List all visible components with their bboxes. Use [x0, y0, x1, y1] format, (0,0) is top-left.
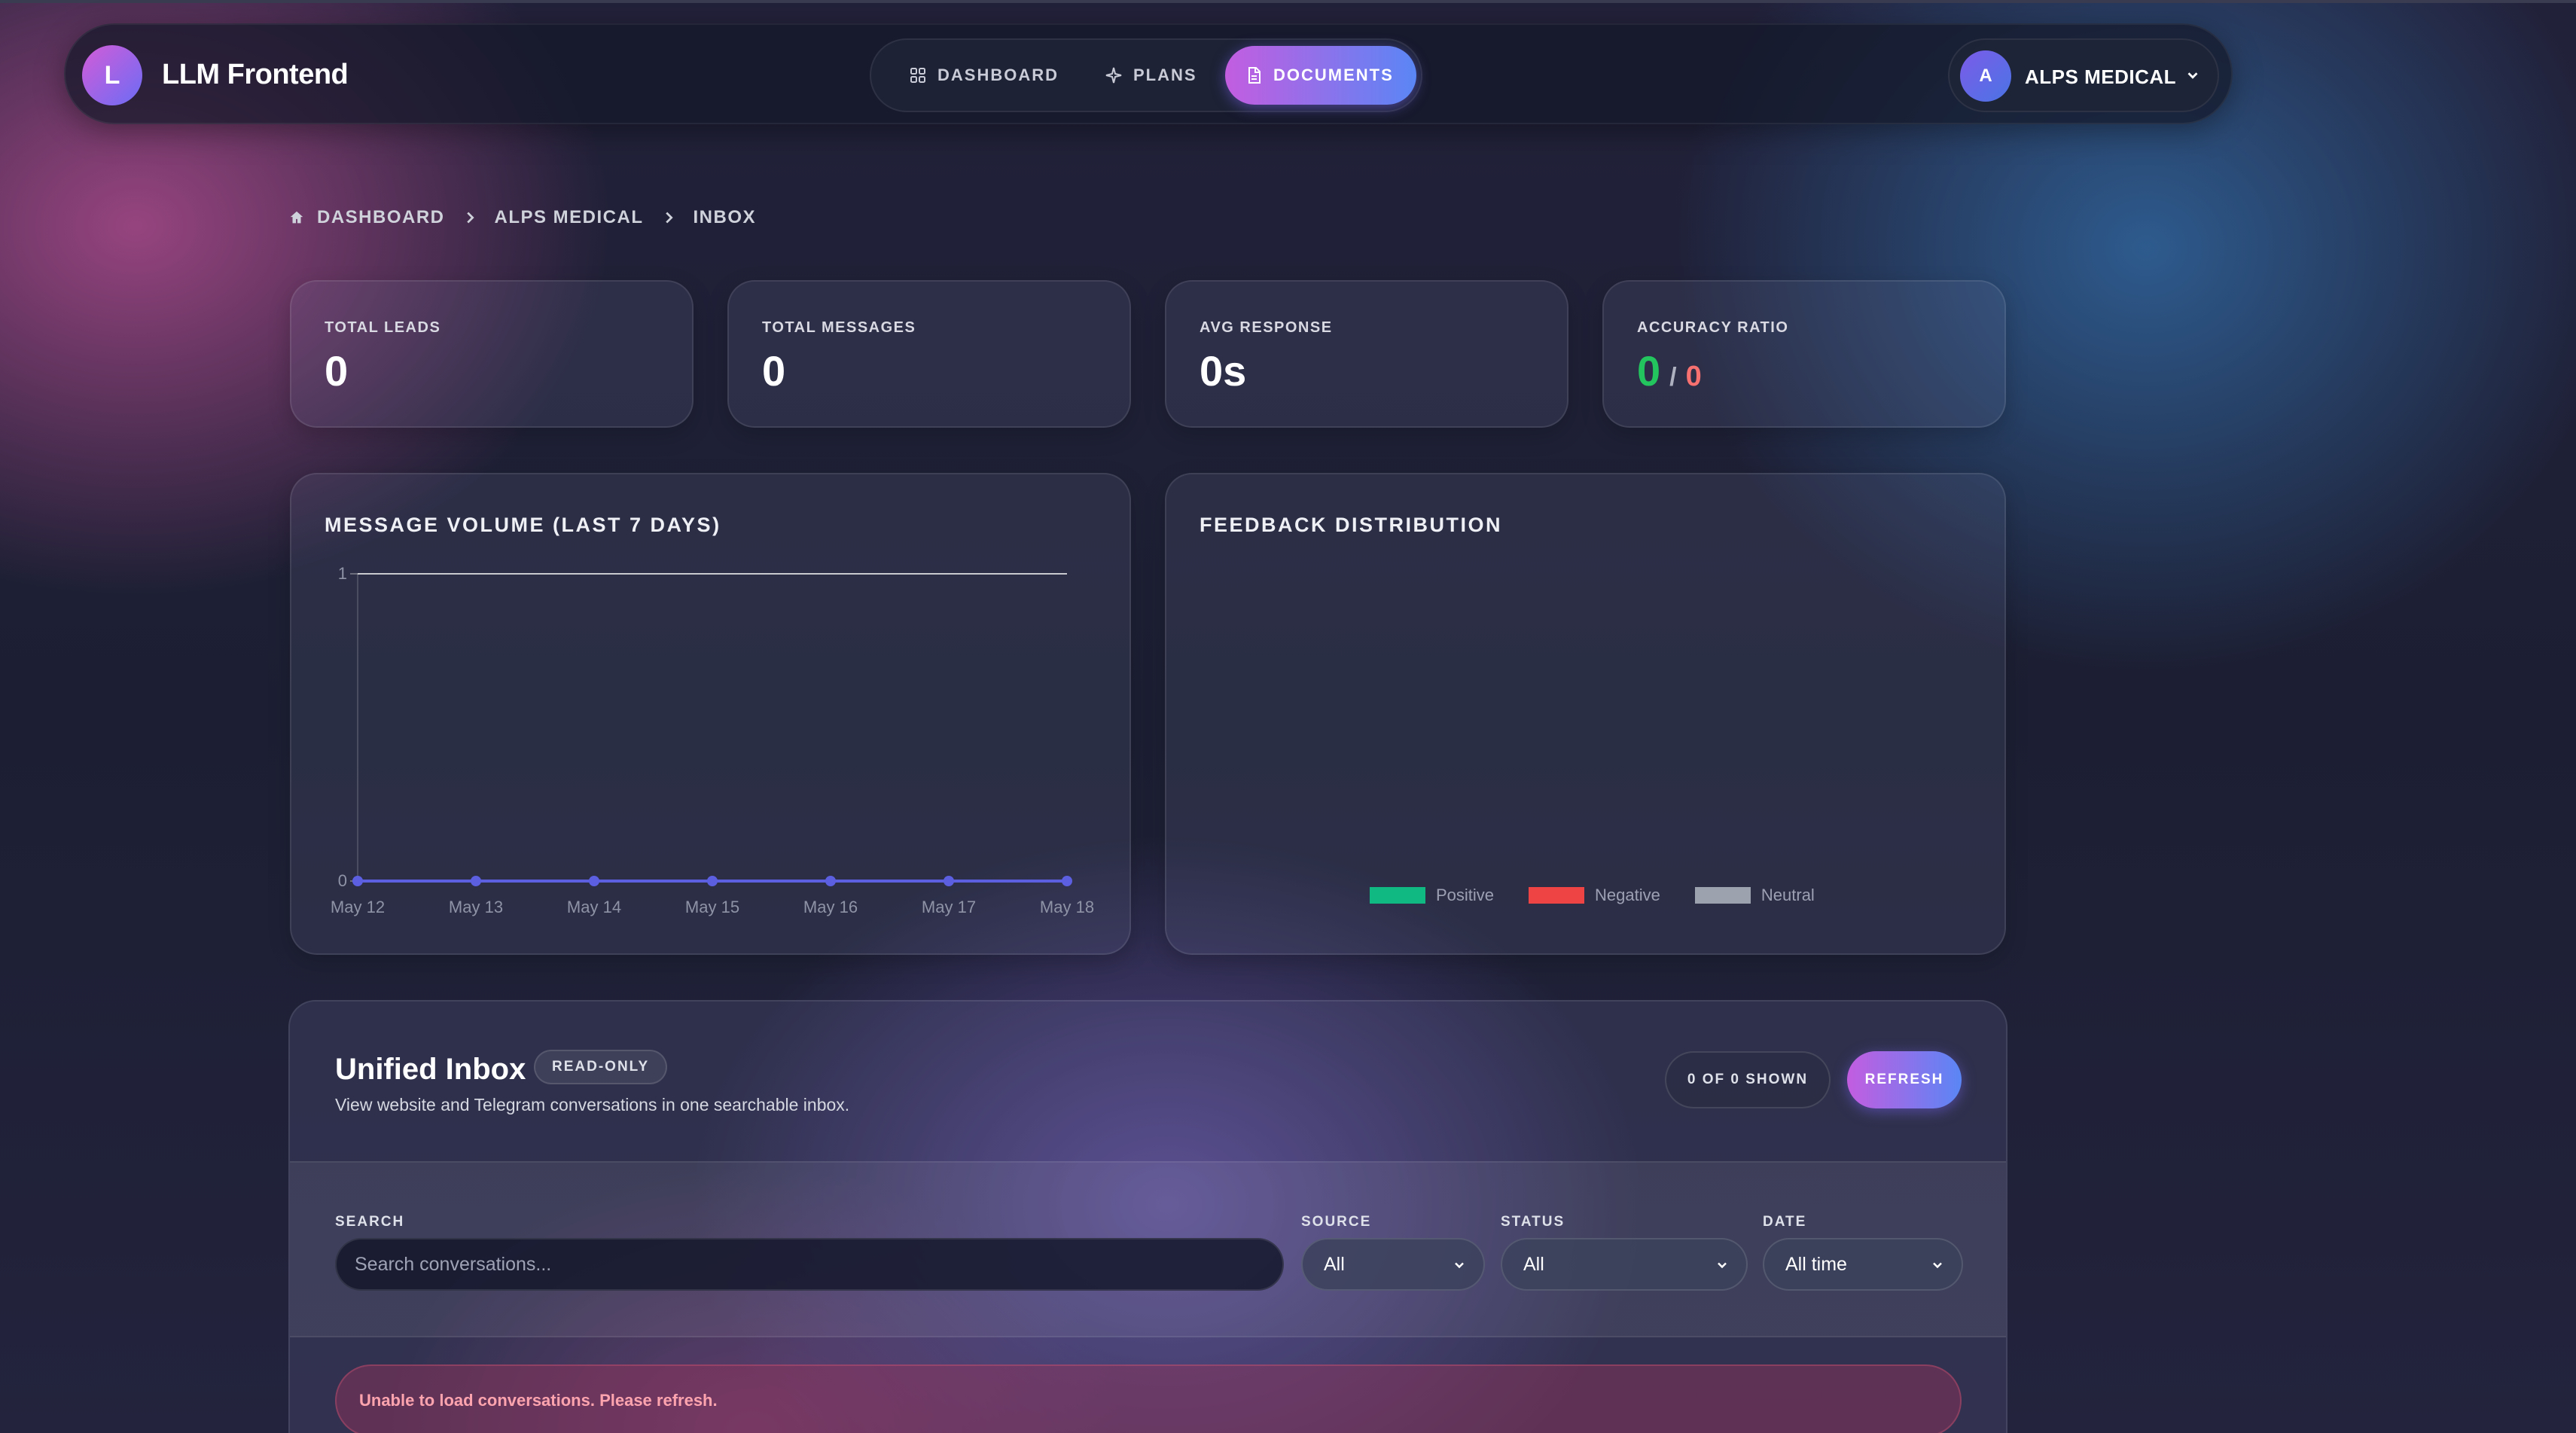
refresh-button[interactable]: REFRESH — [1847, 1051, 1962, 1108]
search-label: SEARCH — [335, 1214, 405, 1230]
data-point — [352, 876, 363, 886]
stat-label: TOTAL LEADS — [325, 319, 441, 336]
date-label: DATE — [1763, 1214, 1807, 1230]
nav-documents-label: DOCUMENTS — [1273, 66, 1394, 84]
legend-swatch-positive — [1370, 887, 1425, 904]
app-title[interactable]: LLM Frontend — [162, 59, 349, 91]
stat-label: AVG RESPONSE — [1200, 319, 1333, 336]
legend-swatch-neutral — [1694, 887, 1751, 904]
inbox-subtitle: View website and Telegram conversations … — [335, 1095, 850, 1114]
nav-plans-label: PLANS — [1133, 66, 1197, 84]
feedback-distribution-panel: FEEDBACK DISTRIBUTION Positive Negative … — [1165, 473, 2006, 955]
read-only-badge: READ-ONLY — [534, 1050, 668, 1084]
stat-value: 0 — [325, 347, 349, 395]
stat-card-accuracy-ratio: ACCURACY RATIO 0 / 0 — [1602, 280, 2006, 428]
y-tick-label: 1 — [338, 564, 347, 583]
grid-icon — [910, 68, 925, 83]
message-volume-panel: MESSAGE VOLUME (LAST 7 DAYS) 0 1 May 12 May… — [290, 473, 1131, 955]
x-tick-label: May 13 — [449, 898, 503, 916]
main-nav: DASHBOARD PLANS DOCUMENTS — [870, 38, 1422, 112]
x-tick-label: May 18 — [1040, 898, 1094, 916]
data-point — [825, 876, 836, 886]
panel-title: FEEDBACK DISTRIBUTION — [1200, 514, 1502, 536]
message-volume-chart: 0 1 May 12 May 13 May 14 May 15 May 16 May 17 Ma… — [331, 564, 1094, 916]
top-navbar: L LLM Frontend DASHBOARD PLANS DOCUMENTS… — [64, 23, 2233, 124]
date-select-value: All time — [1785, 1253, 1847, 1275]
nav-dashboard-label: DASHBOARD — [937, 66, 1059, 84]
data-point — [1062, 876, 1072, 886]
stat-card-avg-response: AVG RESPONSE 0s — [1165, 280, 1568, 428]
accuracy-value: 0 / 0 — [1637, 346, 1702, 395]
breadcrumb-dashboard[interactable]: DASHBOARD — [317, 207, 445, 228]
breadcrumb: DASHBOARD ALPS MEDICAL INBOX — [288, 207, 756, 228]
stat-value: 0s — [1200, 347, 1247, 395]
legend-label-positive[interactable]: Positive — [1436, 886, 1494, 905]
source-label: SOURCE — [1301, 1214, 1372, 1230]
accuracy-separator: / — [1669, 363, 1677, 392]
x-tick-label: May 16 — [803, 898, 858, 916]
chevron-down-icon — [1933, 1262, 1942, 1269]
status-select-value: All — [1523, 1253, 1544, 1275]
unified-inbox-panel: Unified Inbox READ-ONLY View website and… — [288, 1000, 2007, 1433]
home-icon — [290, 211, 303, 224]
breadcrumb-alps-medical[interactable]: ALPS MEDICAL — [495, 207, 644, 228]
avatar-letter: A — [1979, 66, 1992, 86]
nav-plans[interactable]: PLANS — [1088, 46, 1214, 105]
stat-value: 0 — [762, 347, 786, 395]
stat-card-total-messages: TOTAL MESSAGES 0 — [727, 280, 1131, 428]
logo-letter: L — [104, 60, 120, 90]
legend-label-neutral[interactable]: Neutral — [1761, 886, 1815, 905]
shown-count-badge: 0 OF 0 SHOWN — [1665, 1051, 1831, 1108]
app-logo[interactable]: L — [82, 45, 142, 105]
date-select[interactable]: All time — [1763, 1238, 1963, 1291]
sparkle-icon — [1105, 67, 1122, 84]
chevron-down-icon — [1718, 1262, 1727, 1269]
accuracy-positive: 0 — [1637, 347, 1661, 395]
document-icon — [1248, 67, 1261, 84]
chevron-right-icon — [665, 212, 673, 224]
nav-documents[interactable]: DOCUMENTS — [1225, 46, 1416, 105]
breadcrumb-inbox: INBOX — [693, 207, 757, 227]
chevron-down-icon — [2187, 72, 2198, 79]
chevron-down-icon — [1455, 1262, 1464, 1269]
account-name: ALPS MEDICAL — [2025, 66, 2176, 88]
inbox-title: Unified Inbox — [335, 1053, 526, 1086]
accuracy-negative: 0 — [1685, 361, 1702, 392]
status-select[interactable]: All — [1501, 1238, 1748, 1291]
x-tick-label: May 14 — [567, 898, 621, 916]
status-label: STATUS — [1501, 1214, 1565, 1230]
account-switcher[interactable]: A ALPS MEDICAL — [1948, 38, 2219, 112]
search-input[interactable] — [335, 1238, 1284, 1291]
data-point — [944, 876, 954, 886]
legend-label-negative[interactable]: Negative — [1595, 886, 1660, 905]
nav-dashboard[interactable]: DASHBOARD — [892, 46, 1075, 105]
source-select-value: All — [1324, 1253, 1345, 1275]
legend-swatch-negative — [1529, 887, 1585, 904]
x-tick-label: May 15 — [685, 898, 739, 916]
chevron-right-icon — [466, 212, 474, 224]
avatar: A — [1960, 50, 2011, 102]
inbox-filters: SEARCH SOURCE All STATUS All DATE All ti… — [290, 1161, 2006, 1337]
source-select[interactable]: All — [1301, 1238, 1485, 1291]
x-tick-label: May 12 — [331, 898, 385, 916]
feedback-legend: Positive Negative Neutral — [1370, 886, 1815, 905]
stat-label: TOTAL MESSAGES — [762, 319, 916, 336]
data-point — [707, 876, 718, 886]
top-border — [0, 0, 2576, 3]
x-tick-label: May 17 — [922, 898, 976, 916]
stat-card-total-leads: TOTAL LEADS 0 — [290, 280, 694, 428]
data-point — [471, 876, 481, 886]
stat-label: ACCURACY RATIO — [1637, 319, 1789, 336]
error-message: Unable to load conversations. Please ref… — [335, 1364, 1962, 1433]
data-point — [589, 876, 599, 886]
y-tick-label: 0 — [338, 871, 347, 890]
